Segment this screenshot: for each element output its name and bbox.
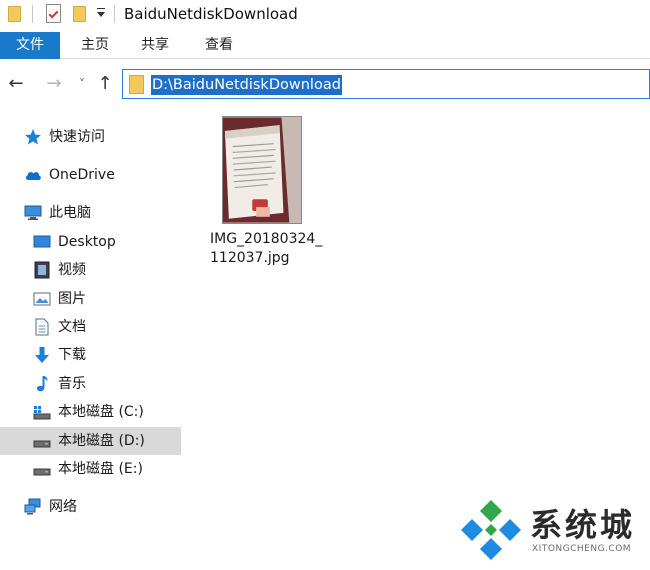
nav-item-documents[interactable]: 文档 xyxy=(0,313,181,341)
address-bar[interactable]: D:\BaiduNetdiskDownload xyxy=(122,69,650,99)
file-item[interactable]: IMG_20180324_ 112037.jpg xyxy=(210,116,322,276)
recent-locations-chevron-icon[interactable]: ˅ xyxy=(72,72,92,96)
customize-toolbar-dropdown-icon[interactable] xyxy=(96,8,106,20)
nav-label: OneDrive xyxy=(49,167,115,183)
up-arrow-icon[interactable]: ↑ xyxy=(95,72,115,96)
address-row: ← → ˅ ↑ D:\BaiduNetdiskDownload xyxy=(0,66,650,102)
music-note-icon xyxy=(36,376,48,392)
back-arrow-icon[interactable]: ← xyxy=(6,72,26,96)
nav-label: 本地磁盘 (D:) xyxy=(58,433,145,449)
document-icon xyxy=(35,318,49,336)
navigation-pane: 快速访问 OneDrive 此电脑 Desktop 视频 图片 文档 下载 音乐… xyxy=(0,110,185,570)
forward-arrow-icon[interactable]: → xyxy=(44,72,64,96)
nav-label: 快速访问 xyxy=(49,129,105,145)
computer-icon xyxy=(24,205,42,220)
nav-item-onedrive[interactable]: OneDrive xyxy=(0,161,181,189)
nav-item-local-disk-c[interactable]: 本地磁盘 (C:) xyxy=(0,398,181,426)
nav-label: Desktop xyxy=(58,234,116,250)
network-icon xyxy=(24,498,41,515)
folder-icon xyxy=(8,6,21,22)
new-folder-icon[interactable] xyxy=(73,6,86,22)
nav-label: 文档 xyxy=(58,319,86,335)
watermark-logo: 系统城 XITONGCHENG.COM xyxy=(458,498,650,562)
cloud-icon xyxy=(25,172,41,180)
star-icon xyxy=(25,129,41,145)
drive-icon xyxy=(33,440,51,448)
file-name-line-1: IMG_20180324_ xyxy=(210,231,323,247)
nav-item-local-disk-d[interactable]: 本地磁盘 (D:) xyxy=(0,427,181,455)
tab-share[interactable]: 共享 xyxy=(128,32,182,59)
nav-label: 下载 xyxy=(58,347,86,363)
video-icon xyxy=(34,261,50,279)
tab-file[interactable]: 文件 xyxy=(0,32,60,59)
folder-icon xyxy=(129,75,144,94)
nav-label: 网络 xyxy=(49,499,77,515)
nav-label: 音乐 xyxy=(58,376,86,392)
file-name-line-2: 112037.jpg xyxy=(210,250,290,266)
diamond-logo-icon xyxy=(461,500,521,560)
nav-item-downloads[interactable]: 下载 xyxy=(0,341,181,369)
nav-label: 图片 xyxy=(58,291,86,307)
tab-view[interactable]: 查看 xyxy=(192,32,246,59)
drive-icon xyxy=(33,468,51,476)
tab-home[interactable]: 主页 xyxy=(68,32,122,59)
separator xyxy=(114,5,115,23)
watermark-text: 系统城 xyxy=(530,506,636,544)
nav-label: 视频 xyxy=(58,262,86,278)
nav-item-desktop[interactable]: Desktop xyxy=(0,228,181,256)
nav-item-this-pc[interactable]: 此电脑 xyxy=(0,199,181,227)
window-title: BaiduNetdiskDownload xyxy=(124,5,298,23)
watermark-url: XITONGCHENG.COM xyxy=(532,544,632,554)
nav-item-network[interactable]: 网络 xyxy=(0,493,181,521)
image-thumbnail xyxy=(222,116,302,224)
properties-icon[interactable] xyxy=(46,4,61,23)
address-path[interactable]: D:\BaiduNetdiskDownload xyxy=(151,75,342,95)
nav-label: 此电脑 xyxy=(49,205,91,221)
nav-item-music[interactable]: 音乐 xyxy=(0,370,181,398)
title-bar: BaiduNetdiskDownload xyxy=(0,0,650,30)
nav-item-pictures[interactable]: 图片 xyxy=(0,285,181,313)
nav-item-local-disk-e[interactable]: 本地磁盘 (E:) xyxy=(0,455,181,483)
system-drive-icon xyxy=(33,406,51,420)
desktop-icon xyxy=(33,235,51,248)
separator xyxy=(32,5,33,23)
download-arrow-icon xyxy=(35,347,49,363)
file-name: IMG_20180324_ 112037.jpg xyxy=(210,230,322,268)
pictures-icon xyxy=(33,292,51,306)
nav-item-videos[interactable]: 视频 xyxy=(0,256,181,284)
nav-item-quick-access[interactable]: 快速访问 xyxy=(0,123,181,151)
ribbon-tabs: 文件 主页 共享 查看 xyxy=(0,32,650,59)
nav-label: 本地磁盘 (C:) xyxy=(58,404,144,420)
nav-label: 本地磁盘 (E:) xyxy=(58,461,143,477)
